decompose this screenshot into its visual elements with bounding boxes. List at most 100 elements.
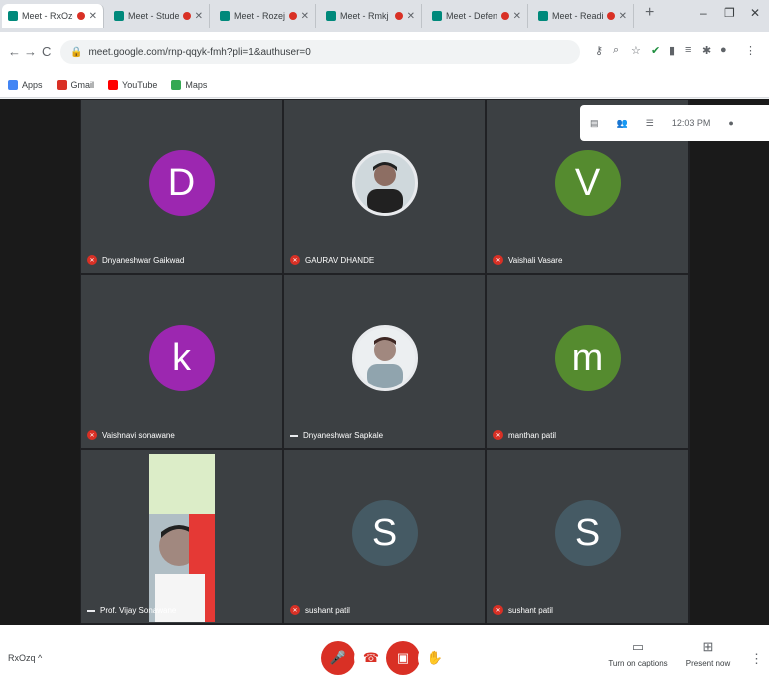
puzzle-icon[interactable]: ✱	[702, 44, 711, 57]
camera-off-icon: ▣	[396, 650, 410, 665]
meeting-code[interactable]: RxOzq ^	[8, 653, 42, 663]
meet-favicon	[220, 11, 230, 21]
key-icon[interactable]: ⚷	[595, 44, 603, 57]
avatar: S	[554, 500, 621, 567]
participant-tile[interactable]: m ✕ manthan patil	[486, 274, 689, 449]
avatar: V	[554, 150, 621, 217]
layout-icon[interactable]: ▤	[590, 118, 599, 129]
hangup-icon: ☎	[362, 650, 380, 665]
avatar: D	[148, 150, 215, 217]
maximize-button[interactable]: ❐	[724, 6, 735, 20]
close-tab-icon[interactable]: ✕	[513, 11, 527, 22]
close-tab-icon[interactable]: ✕	[89, 11, 103, 22]
avatar-initial: m	[571, 336, 604, 379]
participant-name: Vaishali Vasare	[508, 255, 563, 265]
present-now-button[interactable]: ⊞ Present now	[678, 639, 738, 668]
participant-tile[interactable]: Prof. Vijay Sonawane	[80, 449, 283, 624]
captions-button[interactable]: ▭ Turn on captions	[608, 639, 668, 668]
raise-hand-button[interactable]: ✋	[418, 641, 452, 675]
mic-muted-icon: ✕	[290, 605, 300, 615]
browser-tab[interactable]: Meet - Rmkj ✕	[320, 4, 422, 28]
participant-tile[interactable]: S ✕ sushant patil	[486, 449, 689, 624]
browser-tab[interactable]: Meet - Rozej ✕	[214, 4, 316, 28]
close-tab-icon[interactable]: ✕	[619, 11, 633, 22]
close-tab-icon[interactable]: ✕	[195, 11, 209, 22]
new-tab-button[interactable]: +	[645, 4, 654, 22]
bookmark-label: YouTube	[122, 79, 158, 90]
apps-icon	[8, 79, 18, 90]
close-tab-icon[interactable]: ✕	[407, 11, 421, 22]
participant-name: Vaishnavi sonawane	[102, 430, 175, 440]
menu-icon[interactable]: ⋮	[745, 44, 756, 57]
browser-tab[interactable]: Meet - RxOzq ✕	[2, 4, 104, 28]
reload-icon[interactable]: C	[42, 44, 51, 59]
bookmark-youtube[interactable]: YouTube	[108, 79, 158, 90]
zoom-icon[interactable]: ⌕	[613, 44, 619, 57]
chat-icon[interactable]: ☰	[646, 118, 654, 129]
captions-icon: ▭	[631, 639, 645, 654]
captions-label: Turn on captions	[608, 659, 668, 668]
participant-tile[interactable]: ✕ GAURAV DHANDE	[283, 99, 486, 274]
meeting-code-text: RxOzq	[8, 653, 36, 663]
avatar-photo	[351, 325, 418, 392]
participant-tile[interactable]: Dnyaneshwar Sapkale	[283, 274, 486, 449]
bookmark-gmail[interactable]: Gmail	[56, 79, 95, 90]
tab-title: Meet - Rozej	[234, 11, 285, 21]
meeting-info-panel: ▤ 👥 ☰ 12:03 PM ●	[580, 105, 769, 141]
recording-icon	[182, 12, 191, 20]
recording-icon	[394, 12, 403, 20]
browser-tab[interactable]: Meet - Readify ✕	[532, 4, 634, 28]
tab-strip: Meet - RxOzq ✕ Meet - Students ✕ Meet - …	[0, 0, 769, 32]
close-window-button[interactable]: ✕	[750, 6, 760, 20]
audio-indicator-icon	[290, 434, 298, 437]
avatar-initial: k	[172, 336, 191, 379]
present-label: Present now	[685, 659, 731, 668]
meeting-time: 12:03 PM	[671, 118, 711, 128]
minimize-button[interactable]: –	[700, 6, 707, 20]
avatar-initial: S	[574, 511, 601, 554]
camera-video-icon	[149, 454, 215, 622]
hand-icon: ✋	[426, 650, 444, 665]
bookmark-apps[interactable]: Apps	[8, 79, 43, 90]
close-tab-icon[interactable]: ✕	[301, 11, 315, 22]
camera-toggle-button[interactable]: ▣	[386, 641, 420, 675]
audio-indicator-icon	[87, 609, 95, 612]
profile-icon[interactable]: ●	[720, 44, 727, 56]
mic-off-icon: 🎤	[329, 650, 347, 665]
people-icon[interactable]: 👥	[617, 118, 628, 129]
extension-icon[interactable]: ≡	[685, 44, 691, 56]
right-letterbox	[690, 99, 769, 625]
recording-icon	[288, 12, 297, 20]
participant-grid: D ✕ Dnyaneshwar Gaikwad ✕ GAURAV DHANDE V …	[80, 99, 690, 625]
participant-name: manthan patil	[508, 430, 557, 440]
avatar: k	[148, 325, 215, 392]
mic-muted-icon: ✕	[493, 605, 503, 615]
recording-icon	[76, 12, 85, 20]
maps-icon	[171, 79, 182, 90]
browser-tab[interactable]: Meet - Defence ✕	[426, 4, 528, 28]
meet-favicon	[114, 11, 124, 21]
participant-tile[interactable]: k ✕ Vaishnavi sonawane	[80, 274, 283, 449]
back-icon[interactable]: ←	[8, 44, 21, 59]
mic-muted-icon: ✕	[87, 430, 97, 440]
recording-icon	[500, 12, 509, 20]
address-bar[interactable]: 🔒 meet.google.com/rnp-qqyk-fmh?pli=1&aut…	[60, 40, 580, 64]
avatar-initial: V	[574, 161, 601, 204]
leave-call-button[interactable]: ☎	[354, 641, 388, 675]
browser-tab[interactable]: Meet - Students ✕	[108, 4, 210, 28]
extension-icon[interactable]: ▮	[669, 44, 675, 57]
bookmark-label: Gmail	[70, 79, 95, 90]
present-icon: ⊞	[702, 639, 714, 654]
participant-tile[interactable]: D ✕ Dnyaneshwar Gaikwad	[80, 99, 283, 274]
star-icon[interactable]: ☆	[631, 44, 641, 57]
check-extension-icon[interactable]: ✔	[651, 44, 660, 57]
tab-title: Meet - Readify	[552, 11, 603, 21]
microphone-toggle-button[interactable]: 🎤	[321, 641, 355, 675]
tab-title: Meet - Rmkj	[340, 11, 389, 21]
participant-tile[interactable]: S ✕ sushant patil	[283, 449, 486, 624]
bookmark-maps[interactable]: Maps	[171, 79, 207, 90]
more-options-icon[interactable]: ⋮	[750, 651, 763, 667]
forward-icon[interactable]: →	[24, 44, 37, 59]
avatar-initial: D	[167, 161, 196, 204]
self-avatar-icon[interactable]: ●	[728, 118, 733, 128]
